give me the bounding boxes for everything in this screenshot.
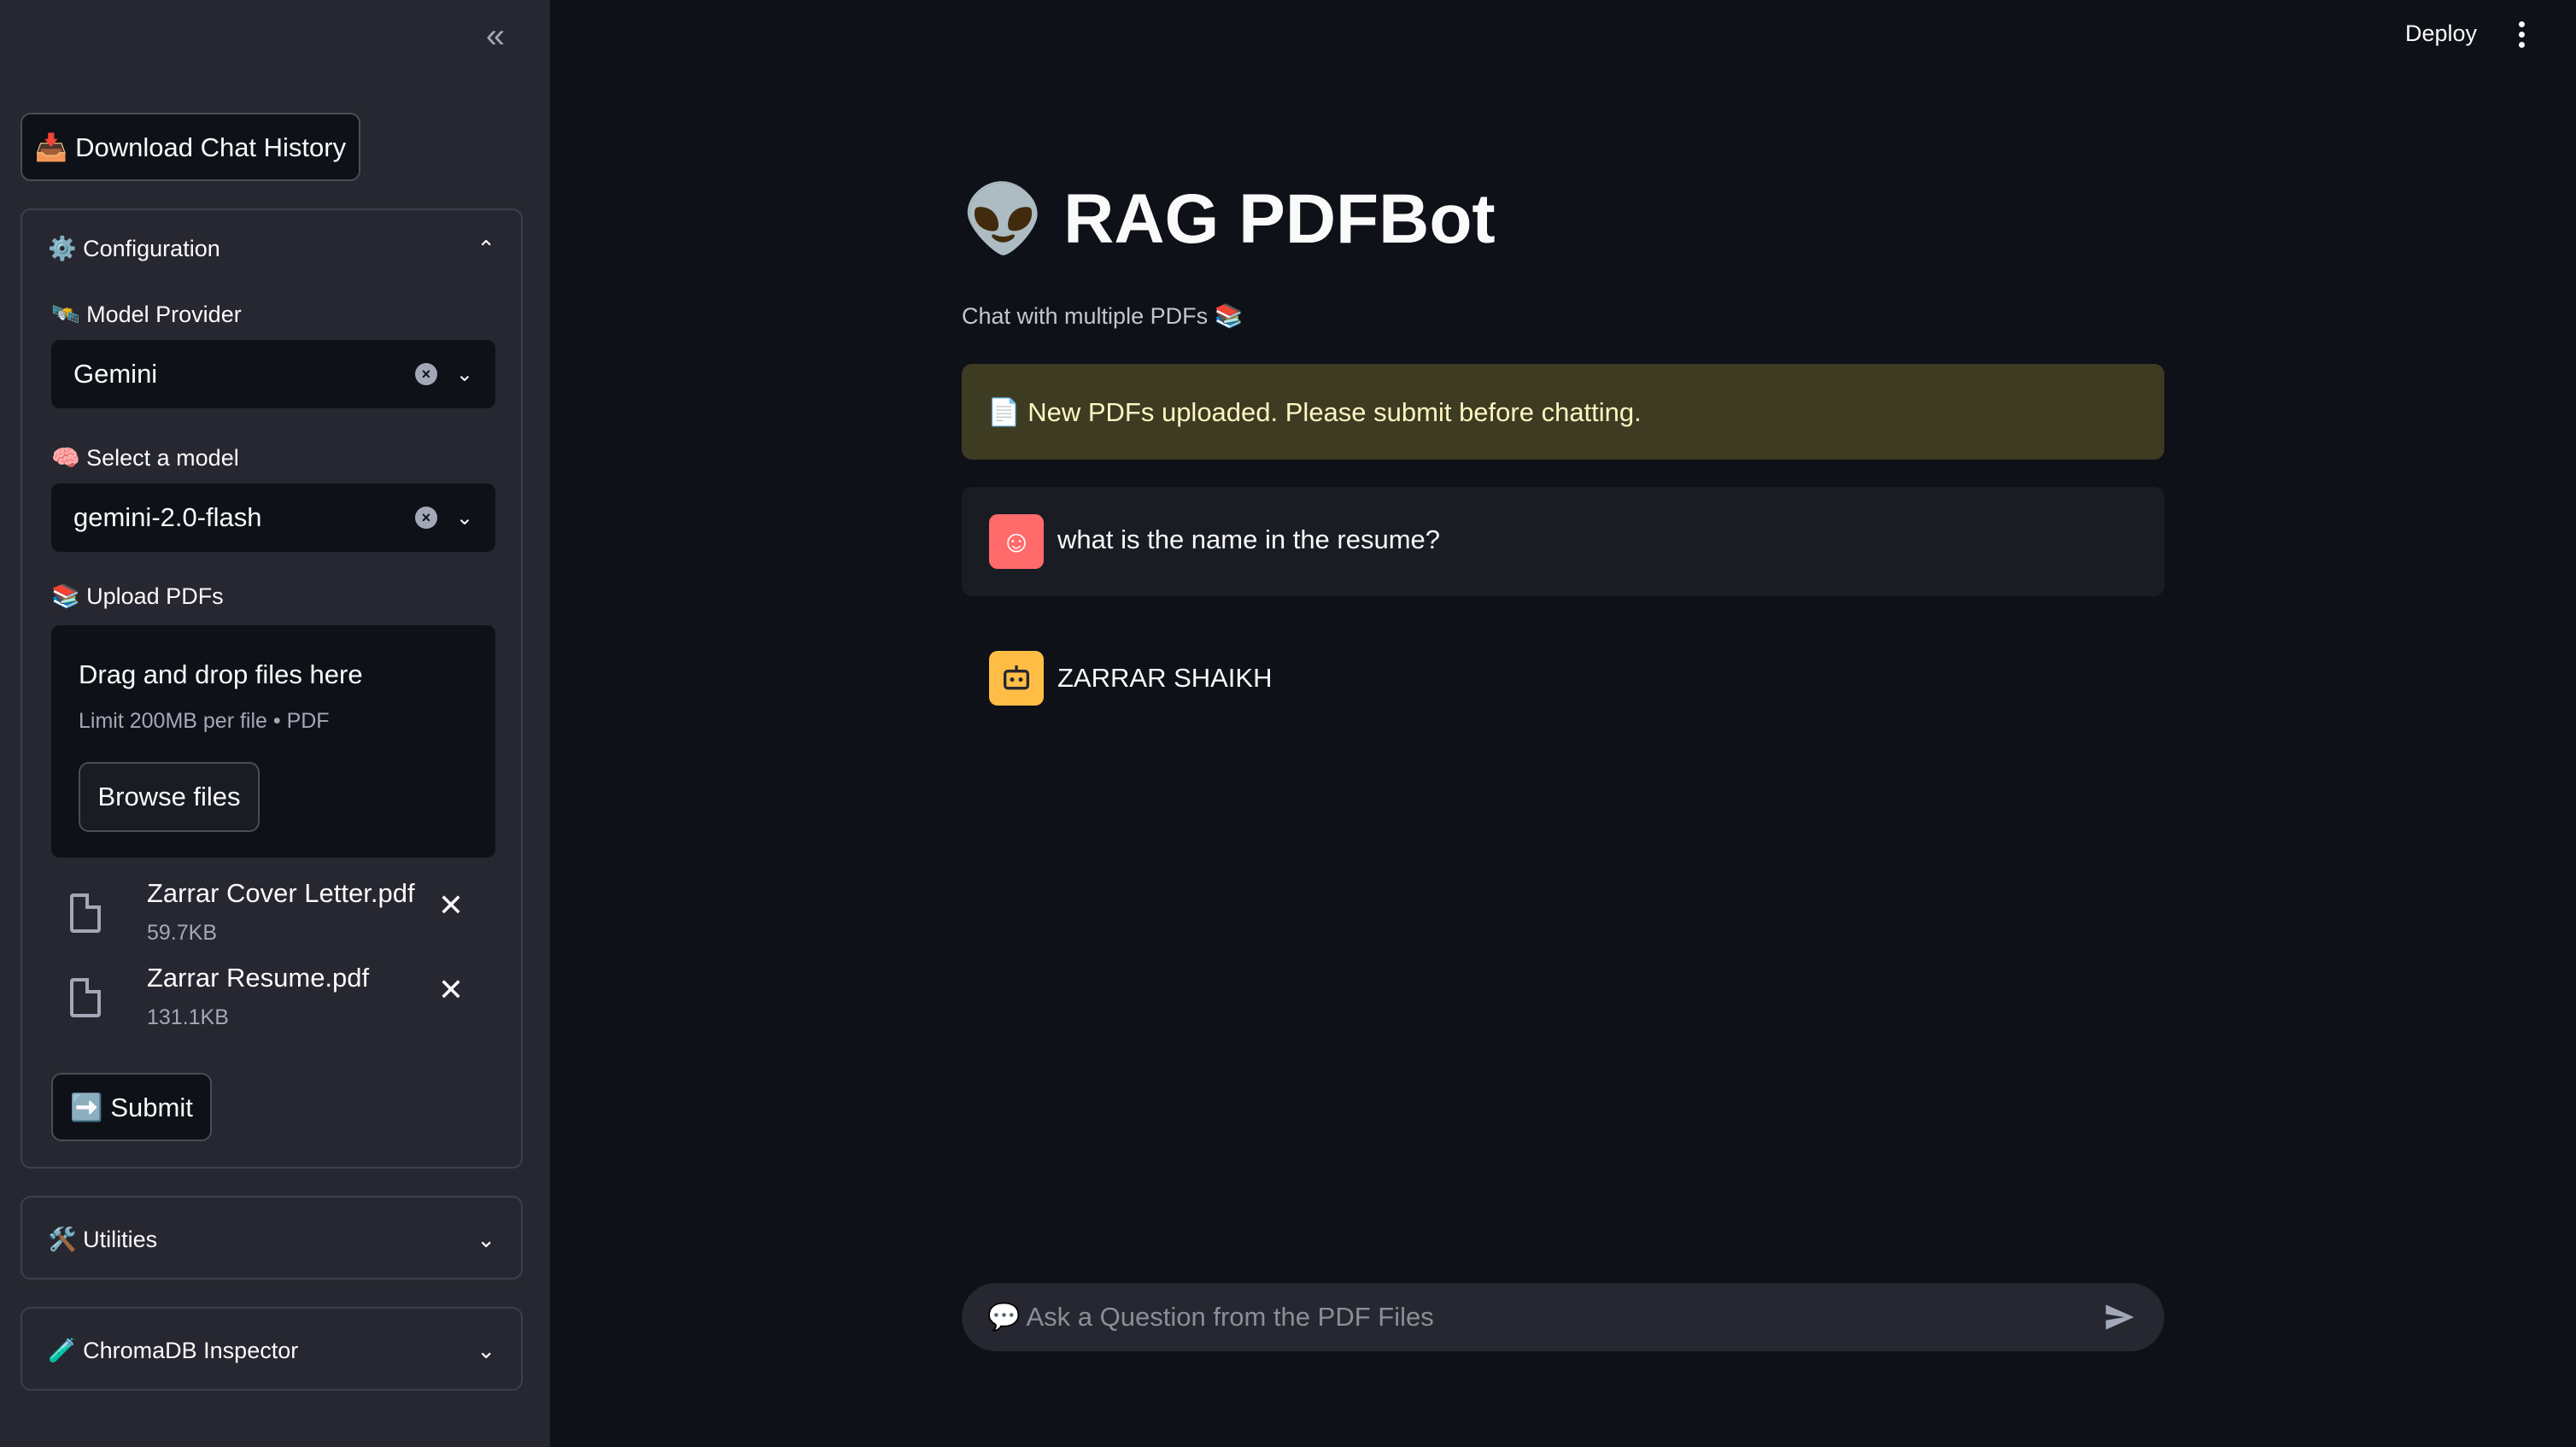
chat-input[interactable]	[987, 1302, 2101, 1333]
utilities-title: 🛠️ Utilities	[48, 1227, 158, 1252]
chromadb-inspector-title: 🧪 ChromaDB Inspector	[48, 1338, 299, 1363]
user-avatar-icon: ☺	[989, 514, 1044, 569]
page-title: 👽 RAG PDFBot	[962, 179, 1496, 260]
chevron-down-icon: ⌄	[455, 506, 473, 530]
model-select[interactable]: gemini-2.0-flash × ⌄	[51, 483, 495, 552]
file-size: 131.1KB	[147, 1005, 229, 1029]
file-name: Zarrar Resume.pdf	[147, 963, 370, 993]
uploaded-file-item: Zarrar Cover Letter.pdf 59.7KB ✕	[22, 878, 464, 957]
clear-selection-icon[interactable]: ×	[414, 507, 437, 529]
clear-selection-icon[interactable]: ×	[414, 363, 437, 385]
deploy-button[interactable]: Deploy	[2397, 17, 2485, 50]
collapse-sidebar-icon[interactable]: «	[478, 17, 512, 55]
page-title-text: RAG PDFBot	[1063, 180, 1496, 258]
select-model-label: 🧠 Select a model	[51, 445, 239, 471]
utilities-header[interactable]: 🛠️ Utilities ⌄	[48, 1218, 495, 1261]
sidebar: « 📥 Download Chat History ⚙️ Configurati…	[0, 0, 550, 1447]
assistant-message-text: ZARRAR SHAIKH	[1057, 663, 1273, 693]
alien-icon: 👽	[962, 180, 1045, 258]
model-value: gemini-2.0-flash	[73, 502, 262, 532]
submit-button[interactable]: ➡️ Submit	[51, 1073, 212, 1141]
upload-pdfs-label: 📚 Upload PDFs	[51, 583, 224, 609]
send-icon[interactable]	[2101, 1298, 2139, 1336]
configuration-title: ⚙️ Configuration	[48, 236, 220, 261]
file-icon	[70, 978, 101, 1017]
chevron-down-icon: ⌄	[455, 362, 473, 386]
remove-file-icon[interactable]: ✕	[434, 972, 468, 1007]
chromadb-inspector-expander: 🧪 ChromaDB Inspector ⌄	[20, 1307, 523, 1391]
chat-input-bar	[962, 1283, 2164, 1351]
model-provider-select[interactable]: Gemini × ⌄	[51, 340, 495, 408]
main-menu-icon[interactable]	[2506, 15, 2537, 53]
download-chat-history-label: 📥 Download Chat History	[34, 132, 347, 162]
browse-files-button[interactable]: Browse files	[79, 762, 260, 832]
file-name: Zarrar Cover Letter.pdf	[147, 878, 415, 908]
file-dropzone[interactable]: Drag and drop files here Limit 200MB per…	[51, 625, 495, 858]
chromadb-inspector-header[interactable]: 🧪 ChromaDB Inspector ⌄	[48, 1329, 495, 1372]
dropzone-limit: Limit 200MB per file • PDF	[79, 709, 330, 733]
chevron-up-icon: ⌃	[477, 235, 495, 261]
chevron-down-icon: ⌄	[477, 1337, 495, 1363]
app-root: « 📥 Download Chat History ⚙️ Configurati…	[0, 0, 2576, 1447]
upload-warning-alert: 📄 New PDFs uploaded. Please submit befor…	[962, 364, 2164, 460]
file-size: 59.7KB	[147, 921, 218, 945]
file-icon	[70, 893, 101, 933]
configuration-header[interactable]: ⚙️ Configuration ⌃	[48, 227, 495, 270]
page-subtitle: Chat with multiple PDFs 📚	[962, 303, 1244, 329]
user-chat-message: ☺ what is the name in the resume?	[962, 487, 2164, 596]
chevron-down-icon: ⌄	[477, 1226, 495, 1252]
user-message-text: what is the name in the resume?	[1057, 524, 1441, 554]
utilities-expander: 🛠️ Utilities ⌄	[20, 1196, 523, 1280]
submit-label: ➡️ Submit	[70, 1092, 193, 1122]
configuration-expander: ⚙️ Configuration ⌃ 🛰️ Model Provider Gem…	[20, 208, 523, 1169]
model-provider-label: 🛰️ Model Provider	[51, 302, 242, 327]
model-provider-value: Gemini	[73, 359, 158, 389]
dropzone-title: Drag and drop files here	[79, 659, 363, 689]
bot-avatar-icon	[989, 651, 1044, 706]
remove-file-icon[interactable]: ✕	[434, 888, 468, 923]
upload-warning-text: 📄 New PDFs uploaded. Please submit befor…	[987, 396, 1642, 427]
uploaded-file-item: Zarrar Resume.pdf 131.1KB ✕	[22, 963, 464, 1041]
download-chat-history-button[interactable]: 📥 Download Chat History	[20, 113, 360, 181]
browse-files-label: Browse files	[97, 782, 241, 811]
